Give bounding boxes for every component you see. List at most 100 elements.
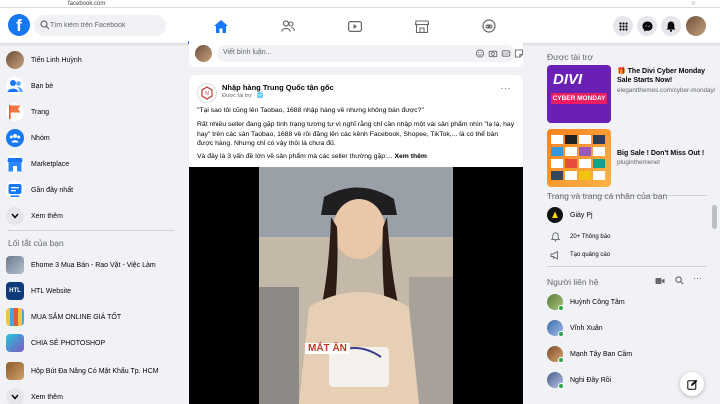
contact-name: Mạnh Tây Ban Cầm [570,350,633,358]
search-input[interactable] [50,18,162,33]
comment-placeholder: Viết bình luận... [223,49,272,56]
tab-friends[interactable] [255,10,321,42]
chevron-down-icon [6,207,24,225]
sidebar-item-friends[interactable]: Bạn bè [6,74,178,98]
ad-card[interactable]: DIVI CYBER MONDAY 🎁 The Divi Cyber Monda… [547,65,715,125]
sidebar-item-see-more[interactable]: Xem thêm [6,204,178,228]
bell-icon [666,21,676,32]
sidebar-item-groups[interactable]: Nhóm [6,126,178,150]
see-more-link[interactable]: Xem thêm [394,153,426,160]
recent-icon [6,181,24,199]
gaming-icon [482,19,496,33]
tab-gaming[interactable] [456,10,522,42]
contacts-heading: Người liên hệ [547,277,599,287]
shortcut-thumbnail [6,256,24,274]
shortcut-item[interactable]: MUA SẮM ONLINE GIÁ TỐT [6,305,178,329]
sidebar-divider [8,230,174,231]
shortcut-item[interactable]: Hộp Bút Đa Năng Có Mặt Khẩu Tp. HCM [6,357,178,385]
create-ad-label: Tạo quảng cáo [570,252,611,258]
ad-domain: pluginthemenet [617,159,661,166]
contact-name: Huỳnh Công Tâm [570,298,625,306]
sidebar-item-label: Trang [31,108,50,116]
page-scrollbar[interactable] [712,205,717,229]
contact-item[interactable]: Mạnh Tây Ban Cầm [547,344,707,364]
post-author[interactable]: Nhập hàng Trung Quốc tận gốc [222,83,334,92]
sidebar-item-label: Nhóm [31,134,50,142]
shortcut-item[interactable]: Ehome 3 Mua Bán - Rao Vặt - Việc Làm [6,253,178,277]
video-call-icon[interactable] [655,277,665,285]
sidebar-item-label: Gần đây nhất [31,186,74,194]
page-notifications-row[interactable]: 20+ Thông báo [547,227,707,247]
ad-domain: elegantthemes.com/cyber-monday/ [617,87,716,94]
search-icon[interactable] [675,276,684,285]
shortcut-item[interactable]: HTL HTL Website [6,279,178,303]
contact-avatar [547,320,564,337]
svg-text:GIF: GIF [503,52,509,56]
new-message-button[interactable] [680,372,704,396]
notifications-button[interactable] [661,16,681,36]
gif-icon[interactable]: GIF [501,49,511,58]
sidebar-item-label: Xem thêm [31,212,63,220]
shortcut-thumbnail [6,362,24,380]
ad-thumbnail-grid [551,135,605,180]
video-illustration [259,167,453,404]
tab-marketplace[interactable] [389,10,455,42]
bookmark-star-icon[interactable]: ☆ [691,0,696,8]
shortcut-item[interactable]: CHIA SẺ PHOTOSHOP [6,331,178,355]
messenger-button[interactable] [637,16,657,36]
post-meta: Được tài trợ · 🌐 [222,93,264,99]
home-icon [214,19,228,33]
sidebar-item-recent[interactable]: Gần đây nhất [6,178,178,202]
search-icon [40,20,50,30]
shortcut-label: MUA SẮM ONLINE GIÁ TỐT [31,313,122,321]
video-frame [259,167,453,404]
online-indicator [558,383,564,389]
post-video[interactable]: MẮT ĂN [189,167,523,404]
sticker-icon[interactable] [514,49,524,58]
camera-icon[interactable] [488,49,498,58]
post-options-button[interactable]: ··· [501,83,512,93]
facebook-logo-icon[interactable]: f [8,14,30,36]
emoji-icon[interactable] [475,49,485,58]
marketplace-icon [415,19,429,33]
tab-home[interactable] [188,10,254,44]
sidebar-item-pages[interactable]: Trang [6,100,178,124]
chevron-down-icon [6,388,24,404]
video-icon [348,20,362,32]
tab-watch[interactable] [322,10,388,42]
your-page-item[interactable]: Giày Pj [547,205,707,225]
shortcut-label: Xem thêm [31,393,63,401]
shortcut-label: Hộp Bút Đa Năng Có Mặt Khẩu Tp. HCM [31,367,159,375]
account-avatar[interactable] [686,16,706,36]
ad-card[interactable]: Big Sale ! Don't Miss Out ! pluginthemen… [547,129,715,189]
contact-name: Vĩnh Xuân [570,324,603,332]
friends-icon [6,77,24,95]
sidebar-item-profile[interactable]: Tiến Linh Huỳnh [6,48,178,72]
contacts-options-icon[interactable]: ··· [693,273,702,283]
browser-address-bar: facebook.com ☆ [0,0,720,8]
online-indicator [558,305,564,311]
comment-input[interactable]: Viết bình luận... GIF [217,45,524,62]
shortcut-label: Ehome 3 Mua Bán - Rao Vặt - Việc Làm [31,261,156,269]
contact-item[interactable]: Huỳnh Công Tâm [547,292,707,312]
marketplace-icon [6,155,24,173]
your-pages-heading: Trang và trang cá nhân của bạn [547,191,668,201]
comment-composer: Viết bình luận... GIF [189,40,524,67]
sidebar-item-marketplace[interactable]: Marketplace [6,152,178,176]
search-box[interactable] [34,15,166,36]
contact-avatar [547,372,564,389]
menu-grid-button[interactable] [613,16,633,36]
create-ad-row[interactable]: Tạo quảng cáo [547,245,707,265]
page-avatar[interactable]: N [197,83,217,103]
right-sidebar: Được tài trợ DIVI CYBER MONDAY 🎁 The Div… [540,45,715,404]
browser-url[interactable]: facebook.com [68,0,105,8]
post-text-line: Và đây là 3 vấn đề lớn về sản phẩm mà cá… [197,152,515,162]
contact-name: Nghi Đây Rồi [570,376,612,384]
ad-thumbnail-logo: DIVI [553,71,583,88]
ad-title: 🎁 The Divi Cyber Monday Sale Starts Now! [617,68,706,84]
shortcut-see-more[interactable]: Xem thêm [6,385,178,404]
shortcut-label: CHIA SẺ PHOTOSHOP [31,339,106,347]
contact-item[interactable]: Vĩnh Xuân [547,318,707,338]
messenger-icon [642,21,652,31]
sponsored-post: N Nhập hàng Trung Quốc tận gốc Được tài … [189,75,523,404]
